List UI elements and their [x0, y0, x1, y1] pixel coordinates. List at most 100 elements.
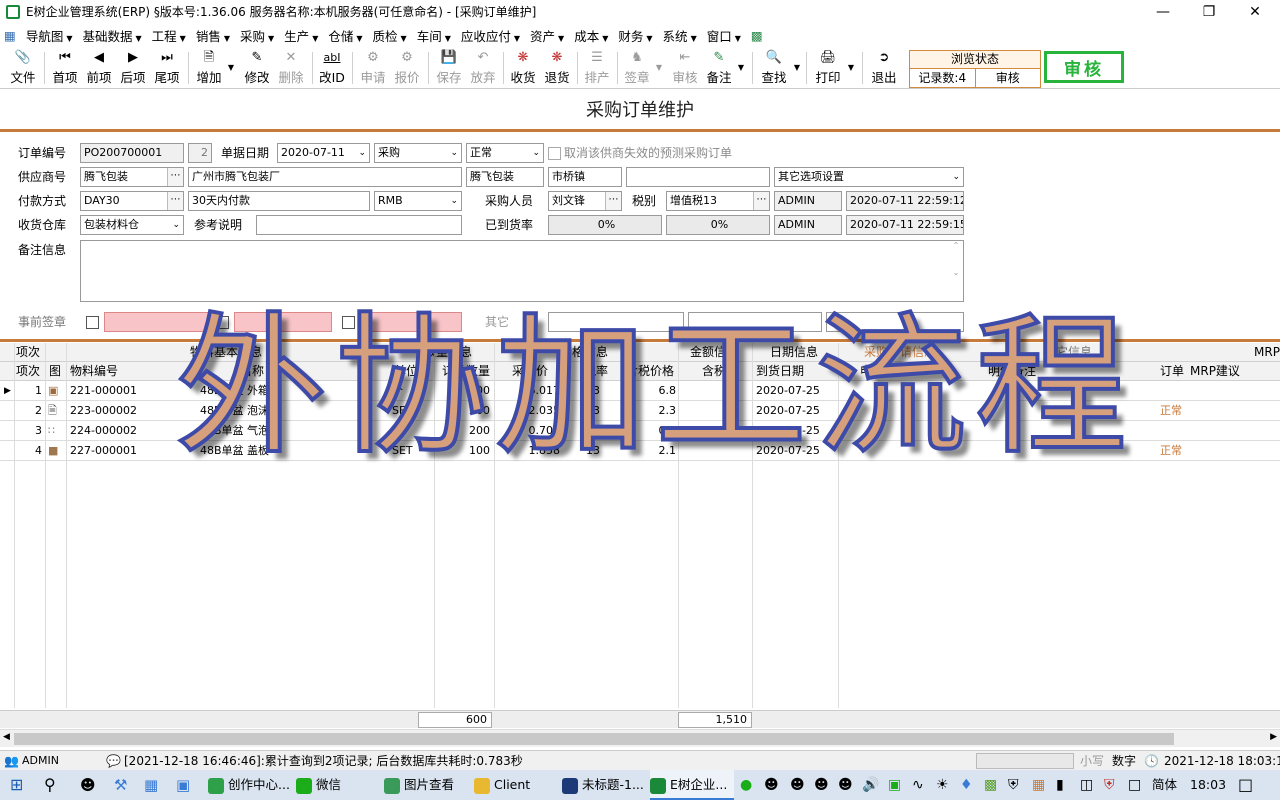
pay-code-field[interactable]: DAY30 ⋯: [80, 191, 184, 211]
tray-wechat-icon[interactable]: ●: [740, 770, 752, 800]
taskbar-item-erp[interactable]: E树企业...: [650, 770, 734, 800]
taskbar-item-photoshop[interactable]: 未标题-1...: [562, 770, 646, 800]
horizontal-scrollbar[interactable]: ◀ ▶: [0, 729, 1280, 747]
print-button[interactable]: 🖨 打印: [812, 50, 844, 86]
search-icon[interactable]: ⚲: [44, 770, 56, 800]
bluetooth-icon[interactable]: ♦: [960, 770, 973, 800]
col-img[interactable]: 图: [49, 362, 61, 381]
return-button[interactable]: ❋ 退货: [542, 50, 572, 86]
notification-icon[interactable]: □: [1238, 770, 1253, 800]
taskbar-clock[interactable]: 18:03: [1190, 770, 1226, 800]
table-row[interactable]: 4 ■ 227-000001 48B单盆 盖板 SET 100 1.858 13…: [0, 441, 1280, 461]
warehouse-select[interactable]: 包装材料仓 ⌄: [80, 215, 184, 235]
menu-extra-icon[interactable]: ▩: [751, 28, 763, 43]
taskbar-item-wechat[interactable]: 微信: [296, 770, 380, 800]
taskbar-item-image-viewer[interactable]: 图片查看: [384, 770, 468, 800]
file-button[interactable]: 📎 文件: [8, 50, 38, 86]
order-seq-field[interactable]: 2: [188, 143, 212, 163]
presign-checkbox-3[interactable]: [342, 316, 355, 329]
tray-qq-icon-4[interactable]: ☻: [838, 770, 853, 800]
memo-textarea[interactable]: ⌃ ⌄: [80, 240, 964, 302]
tray-app-icon[interactable]: ▣: [888, 770, 901, 800]
col-name[interactable]: 名称: [240, 362, 264, 381]
tray-icon-11[interactable]: ▦: [1032, 770, 1045, 800]
close-button[interactable]: ✕: [1232, 0, 1278, 23]
sign-button[interactable]: ♞ 签章: [622, 50, 652, 86]
table-row[interactable]: ▶ 1 ▣ 221-000001 48B单盆 外箱 个 100 6.017 13…: [0, 381, 1280, 401]
menu-system[interactable]: 系统 ▼: [663, 26, 697, 45]
apply-button[interactable]: ⚙ 申请: [358, 50, 388, 86]
minimize-button[interactable]: —: [1140, 0, 1186, 23]
supplier-name-field[interactable]: 广州市腾飞包装厂: [188, 167, 462, 187]
ime-indicator[interactable]: 简体: [1152, 770, 1177, 800]
col-taxprice[interactable]: 含税价格: [626, 362, 674, 381]
col-order[interactable]: 订单: [1160, 362, 1184, 381]
buyer-field[interactable]: 刘文锋 ⋯: [548, 191, 622, 211]
supplier-code-field[interactable]: 腾飞包装 ⋯: [80, 167, 184, 187]
menu-engineering[interactable]: 工程 ▼: [152, 26, 186, 45]
next-button[interactable]: ▶ 后项: [118, 50, 148, 86]
app-icon-3[interactable]: ▣: [176, 770, 190, 800]
memo-scrollbar[interactable]: ⌃ ⌄: [949, 241, 963, 301]
menu-basic-data[interactable]: 基础数据 ▼: [82, 26, 141, 45]
col-qty[interactable]: 订单数量: [442, 362, 490, 381]
security-icon[interactable]: ⛨: [1008, 770, 1019, 800]
menu-cost[interactable]: 成本 ▼: [574, 26, 608, 45]
delete-button[interactable]: ✕ 删除: [276, 50, 306, 86]
schedule-button[interactable]: ☰ 排产: [582, 50, 612, 86]
col-applyno[interactable]: 申请单: [860, 362, 896, 381]
col-duedate[interactable]: 到货日期: [756, 362, 804, 381]
scroll-thumb[interactable]: [14, 733, 1174, 745]
sign-dropdown[interactable]: ▼: [654, 50, 664, 86]
menu-workshop[interactable]: 车间 ▼: [417, 26, 451, 45]
battery-icon[interactable]: ▮: [1056, 770, 1064, 800]
menu-assets[interactable]: 资产 ▼: [530, 26, 564, 45]
menu-sales[interactable]: 销售 ▼: [196, 26, 230, 45]
audit-toolbar-button[interactable]: ⇤ 审核: [670, 50, 700, 86]
scroll-right-icon[interactable]: ▶: [1270, 732, 1277, 742]
ellipsis-icon[interactable]: ⋯: [167, 168, 183, 186]
quote-button[interactable]: ⚙ 报价: [392, 50, 422, 86]
menu-warehouse[interactable]: 仓储 ▼: [328, 26, 362, 45]
menu-app-icon[interactable]: ▦: [4, 28, 16, 43]
tool-icon[interactable]: ⚒: [114, 770, 127, 800]
col-taxamt[interactable]: 含税金: [702, 362, 738, 381]
app-icon-2[interactable]: ▦: [144, 770, 158, 800]
table-row[interactable]: 2 🗎 223-000002 48B单盆 泡沫 SET 200 2.035 13…: [0, 401, 1280, 421]
wifi-icon[interactable]: ∿: [912, 770, 924, 800]
nvidia-icon[interactable]: ▩: [984, 770, 997, 800]
edit-button[interactable]: ✎ 修改: [242, 50, 272, 86]
tax-field[interactable]: 增值税13 ⋯: [666, 191, 770, 211]
presign-checkbox-1[interactable]: [86, 316, 99, 329]
order-no-field[interactable]: PO200700001: [80, 143, 184, 163]
other-options-select[interactable]: 其它选项设置 ⌄: [774, 167, 964, 187]
prev-button[interactable]: ◀ 前项: [84, 50, 114, 86]
col-mrp[interactable]: MRP建议: [1190, 362, 1240, 381]
col-unit[interactable]: 单位: [394, 362, 418, 381]
tray-icon-13[interactable]: ◫: [1080, 770, 1093, 800]
table-row[interactable]: 3 ∷ 224-000002 48B单盆 气泡袋 个 200 0.708 13 …: [0, 421, 1280, 441]
maximize-button[interactable]: ❐: [1186, 0, 1232, 23]
ellipsis-icon[interactable]: ⋯: [605, 192, 621, 210]
qq-icon[interactable]: ☻: [80, 770, 96, 800]
remark-dropdown[interactable]: ▼: [736, 50, 746, 86]
scroll-left-icon[interactable]: ◀: [3, 732, 10, 742]
currency-select[interactable]: RMB ⌄: [374, 191, 462, 211]
status-select[interactable]: 正常 ⌄: [466, 143, 544, 163]
menu-production[interactable]: 生产 ▼: [284, 26, 318, 45]
blank-field[interactable]: [626, 167, 770, 187]
change-id-button[interactable]: abI 改ID: [316, 50, 348, 86]
col-item[interactable]: 项次: [16, 362, 40, 381]
menu-ar-ap[interactable]: 应收应付 ▼: [461, 26, 520, 45]
remark-button[interactable]: ✎ 备注: [704, 50, 734, 86]
menu-finance[interactable]: 财务 ▼: [618, 26, 652, 45]
find-dropdown[interactable]: ▼: [792, 50, 802, 86]
windows-start-icon[interactable]: ⊞: [10, 770, 23, 800]
volume-icon[interactable]: 🔊: [862, 770, 879, 800]
tray-qq-icon-2[interactable]: ☻: [790, 770, 805, 800]
cancel-forecast-checkbox[interactable]: [548, 147, 561, 160]
save-button[interactable]: 💾 保存: [434, 50, 464, 86]
last-button[interactable]: ⏭ 尾项: [152, 50, 182, 86]
ellipsis-icon[interactable]: ⋯: [753, 192, 769, 210]
type-select[interactable]: 采购 ⌄: [374, 143, 462, 163]
